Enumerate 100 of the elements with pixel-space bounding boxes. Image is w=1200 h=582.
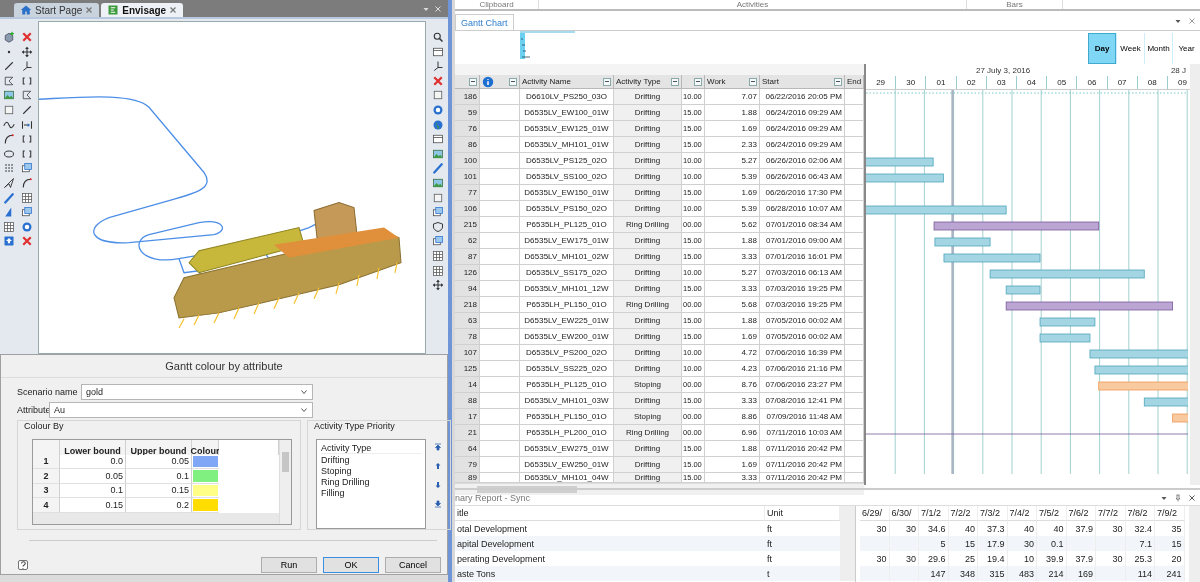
axes-icon[interactable]	[21, 60, 33, 73]
arc-icon[interactable]	[21, 176, 33, 189]
table-cell: 17	[455, 409, 480, 425]
polygon-icon[interactable]	[21, 89, 33, 102]
line-icon[interactable]	[3, 60, 15, 73]
document-tab[interactable]: Start Page	[14, 3, 100, 17]
layers-icon[interactable]	[432, 206, 444, 219]
table-cell: 5.27	[705, 265, 760, 281]
pen-icon[interactable]	[432, 162, 444, 175]
globe-icon[interactable]	[432, 118, 444, 131]
table-cell: 3.33	[705, 281, 760, 297]
column-filter-button[interactable]	[834, 77, 842, 86]
dialog-button[interactable]: OK	[323, 557, 379, 573]
cross-icon[interactable]	[432, 74, 444, 87]
axes-icon[interactable]	[432, 60, 444, 73]
ring-icon[interactable]	[21, 220, 33, 233]
colour-swatch[interactable]	[193, 470, 218, 482]
document-tab[interactable]: Envisage	[101, 3, 184, 17]
square-icon[interactable]	[432, 191, 444, 204]
window-icon[interactable]	[432, 133, 444, 146]
table-cell-text: perating Development	[456, 552, 547, 566]
pen-icon[interactable]	[3, 191, 15, 204]
day-label: 07	[1107, 76, 1138, 89]
day-label: 03	[986, 76, 1017, 89]
cross-icon[interactable]	[21, 235, 33, 248]
pin-icon[interactable]	[1174, 493, 1182, 502]
attribute-select[interactable]: Au	[49, 402, 313, 418]
bracket-icon[interactable]	[21, 147, 33, 160]
table-cell: Drifting	[614, 249, 682, 265]
search-icon[interactable]	[432, 31, 444, 43]
picture-icon[interactable]	[432, 147, 444, 160]
ring-icon[interactable]	[432, 103, 444, 116]
move-bottom-icon[interactable]	[434, 500, 442, 508]
upload-icon[interactable]	[3, 235, 15, 248]
line-icon[interactable]	[21, 103, 33, 116]
layers-icon[interactable]	[432, 235, 444, 248]
layers-icon[interactable]	[21, 206, 33, 219]
close-icon[interactable]	[169, 6, 178, 14]
list-item[interactable]: Drifting	[321, 455, 421, 465]
square-icon[interactable]	[3, 103, 15, 116]
square-icon[interactable]	[432, 89, 444, 102]
width-icon[interactable]	[21, 118, 33, 131]
day-label: 06	[1077, 76, 1108, 89]
close-icon[interactable]	[1188, 493, 1196, 502]
vertical-scrollbar[interactable]	[840, 506, 855, 581]
table-cell	[845, 409, 864, 425]
shield-icon[interactable]	[432, 220, 444, 233]
table-cell	[845, 393, 864, 409]
help-icon[interactable]	[17, 559, 29, 571]
list-item[interactable]: Ring Drilling	[321, 477, 421, 487]
column-filter-button[interactable]	[749, 77, 757, 86]
vertical-scrollbar[interactable]	[279, 440, 291, 524]
list-item[interactable]: Filling	[321, 488, 421, 498]
grid-icon[interactable]	[21, 191, 33, 204]
column-filter-button[interactable]	[469, 77, 477, 86]
dot-grid-icon[interactable]	[3, 162, 15, 175]
view-button[interactable]: Month	[1144, 33, 1172, 64]
vertical-scrollbar[interactable]	[1190, 64, 1200, 485]
paper-plane-icon[interactable]	[3, 176, 15, 189]
view-button[interactable]: Week	[1116, 33, 1144, 64]
grid-icon[interactable]	[3, 220, 15, 233]
list-item[interactable]: Stoping	[321, 466, 421, 476]
grid-icon[interactable]	[432, 264, 444, 277]
colour-swatch[interactable]	[193, 484, 218, 496]
polygon-icon[interactable]	[3, 74, 15, 87]
table-cell	[480, 121, 520, 137]
cross-icon[interactable]	[21, 31, 33, 43]
gantt-chart-tab[interactable]: Gantt Chart	[455, 14, 514, 30]
vertical-scrollbar[interactable]	[1189, 506, 1200, 582]
arc-icon[interactable]	[3, 133, 15, 146]
arrow-down-icon[interactable]	[434, 481, 442, 489]
column-filter-button[interactable]	[509, 77, 517, 86]
scenario-select[interactable]: gold	[81, 384, 313, 400]
table-cell: Drifting	[614, 361, 682, 377]
colour-swatch[interactable]	[193, 499, 218, 511]
ellipse-icon[interactable]	[3, 147, 15, 160]
column-filter-button[interactable]	[671, 77, 679, 86]
layers-icon[interactable]	[21, 162, 33, 175]
bracket-icon[interactable]	[21, 133, 33, 146]
grid-icon[interactable]	[432, 249, 444, 262]
picture-icon[interactable]	[432, 176, 444, 189]
move-top-icon[interactable]	[434, 443, 442, 451]
table-cell: 7.1	[1125, 536, 1155, 551]
table-cell	[845, 105, 864, 121]
dialog-button[interactable]: Run	[261, 557, 317, 573]
column-filter-button[interactable]	[603, 77, 611, 86]
column-filter-button[interactable]	[694, 77, 702, 86]
table-cell-text: ft	[766, 522, 773, 536]
move-icon[interactable]	[432, 279, 444, 292]
table-cell	[480, 217, 520, 233]
colour-swatch[interactable]	[193, 455, 218, 467]
dialog-button[interactable]: Cancel	[385, 557, 441, 573]
bracket-icon[interactable]	[21, 74, 33, 87]
move-icon[interactable]	[21, 45, 33, 58]
picture-icon[interactable]	[3, 89, 15, 102]
window-icon[interactable]	[432, 45, 444, 58]
table-cell: 106	[455, 201, 480, 217]
cube-icon[interactable]	[3, 31, 15, 43]
arrow-up-icon[interactable]	[434, 462, 442, 470]
view-button[interactable]: Day	[1088, 33, 1116, 64]
